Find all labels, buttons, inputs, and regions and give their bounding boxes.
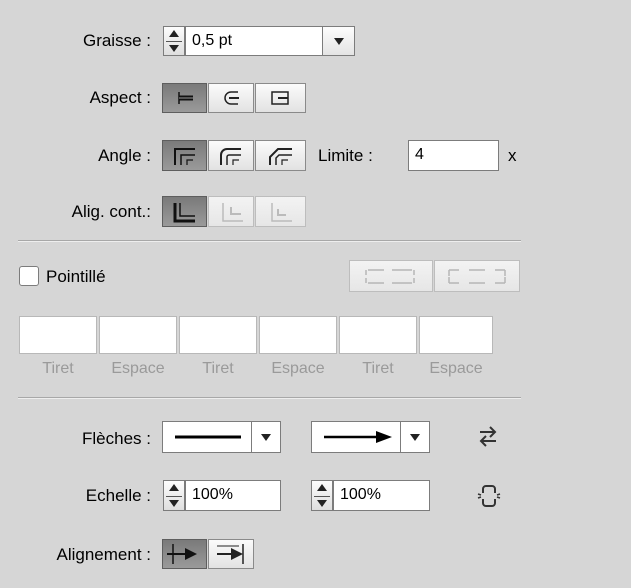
round-cap-icon <box>224 91 239 105</box>
align-outside-button[interactable] <box>255 196 306 227</box>
gap-3-caption: Espace <box>429 360 483 377</box>
stroke-panel: Graisse : 0,5 pt Aspect : Angle : Limite… <box>0 0 631 588</box>
weight-stepper[interactable] <box>163 26 185 56</box>
dash-2-caption: Tiret <box>202 360 234 377</box>
bevel-join-icon <box>269 148 292 165</box>
weight-dropdown-button[interactable] <box>322 26 355 56</box>
gap-2-input[interactable] <box>259 316 337 354</box>
round-cap-button[interactable] <box>208 83 254 113</box>
end-scale-stepper[interactable] <box>311 480 333 511</box>
dash-1-input[interactable] <box>19 316 97 354</box>
end-arrowhead-preview <box>324 431 392 443</box>
arrow-scale-label: Echelle : <box>85 486 151 505</box>
round-join-button[interactable] <box>208 140 254 171</box>
weight-input[interactable]: 0,5 pt <box>185 26 323 56</box>
swap-arrowheads-icon[interactable] <box>476 424 500 448</box>
dash-1-caption: Tiret <box>42 360 74 377</box>
stepper-up-icon[interactable] <box>169 30 179 37</box>
miter-join-icon <box>174 148 195 165</box>
corner-label: Angle : <box>98 146 151 165</box>
stepper-up-icon[interactable] <box>169 484 179 491</box>
arrow-tip-at-end-icon <box>217 544 244 564</box>
align-dashes-button[interactable] <box>434 260 520 292</box>
align-outside-icon <box>271 203 292 222</box>
stepper-down-icon[interactable] <box>169 45 179 52</box>
weight-value: 0,5 pt <box>192 32 233 49</box>
chevron-down-icon <box>261 434 271 441</box>
stepper-up-icon[interactable] <box>317 484 327 491</box>
cap-label: Aspect : <box>89 88 151 107</box>
gap-3-input[interactable] <box>419 316 493 354</box>
start-scale-value: 100% <box>192 486 233 503</box>
stepper-down-icon[interactable] <box>169 500 179 507</box>
miter-limit-suffix: x <box>508 146 517 165</box>
projecting-cap-icon <box>271 91 289 105</box>
butt-cap-icon <box>178 92 193 104</box>
projecting-cap-button[interactable] <box>255 83 306 113</box>
align-dashes-icon <box>448 269 506 284</box>
align-inside-button[interactable] <box>208 196 254 227</box>
end-arrowhead-select[interactable] <box>311 421 430 453</box>
preserve-dashes-button[interactable] <box>349 260 433 292</box>
gap-1-input[interactable] <box>99 316 177 354</box>
gap-1-caption: Espace <box>111 360 165 377</box>
chevron-down-icon <box>410 434 420 441</box>
arrowheads-label: Flèches : <box>82 429 151 448</box>
dash-3-input[interactable] <box>339 316 417 354</box>
stepper-down-icon[interactable] <box>317 500 327 507</box>
arrow-tip-beyond-icon <box>167 544 197 564</box>
butt-cap-button[interactable] <box>162 83 207 113</box>
dash-3-caption: Tiret <box>362 360 394 377</box>
dash-2-input[interactable] <box>179 316 257 354</box>
align-stroke-label: Alig. cont.: <box>71 202 151 221</box>
arrow-tip-beyond-button[interactable] <box>162 539 207 569</box>
dashed-label: Pointillé <box>46 267 106 286</box>
end-scale-input[interactable]: 100% <box>333 480 430 511</box>
preserve-dashes-icon <box>365 269 415 284</box>
start-scale-stepper[interactable] <box>163 480 185 511</box>
arrow-alignment-label: Alignement : <box>56 545 152 564</box>
round-join-icon <box>220 148 241 165</box>
end-scale-value: 100% <box>340 486 381 503</box>
start-scale-input[interactable]: 100% <box>185 480 281 511</box>
miter-limit-value: 4 <box>415 146 424 163</box>
miter-limit-label: Limite : <box>318 146 373 165</box>
separator <box>18 397 521 398</box>
chevron-down-icon <box>334 38 344 45</box>
miter-join-button[interactable] <box>162 140 207 171</box>
arrow-tip-at-end-button[interactable] <box>208 539 254 569</box>
dashed-checkbox[interactable] <box>19 266 39 286</box>
miter-limit-input[interactable]: 4 <box>408 140 499 171</box>
link-scale-icon[interactable] <box>476 482 502 510</box>
start-arrowhead-select[interactable] <box>162 421 281 453</box>
align-inside-icon <box>222 203 243 222</box>
separator <box>18 240 521 241</box>
gap-2-caption: Espace <box>271 360 325 377</box>
bevel-join-button[interactable] <box>255 140 306 171</box>
align-center-icon <box>173 203 195 223</box>
align-center-button[interactable] <box>162 196 207 227</box>
weight-label: Graisse : <box>82 31 151 50</box>
start-arrowhead-preview <box>175 435 241 439</box>
